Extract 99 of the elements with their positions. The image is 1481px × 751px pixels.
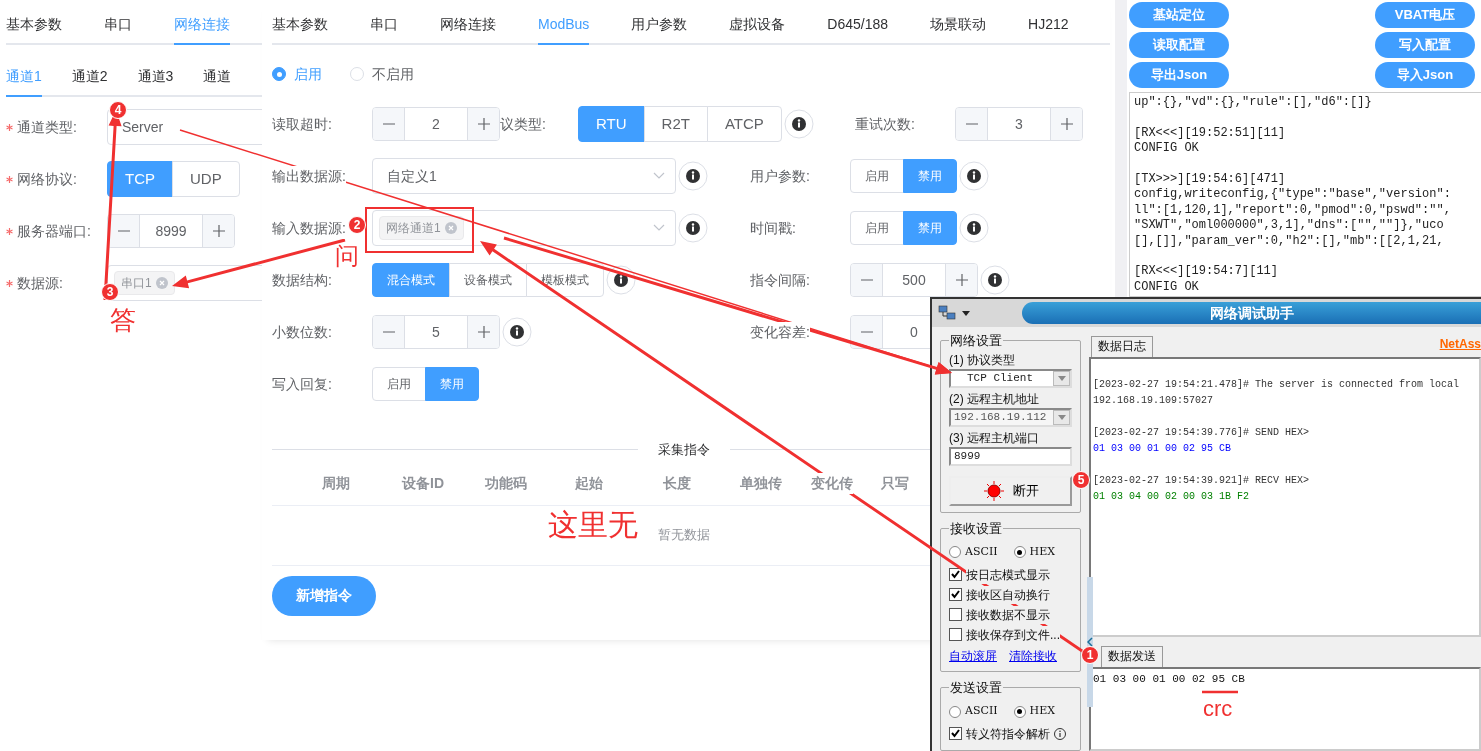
- log-line: CONFIG OK: [1134, 279, 1200, 296]
- decrement-button[interactable]: [851, 264, 883, 296]
- tab[interactable]: D645/188: [827, 16, 889, 45]
- plus-icon: [477, 118, 490, 130]
- radio-option[interactable]: ASCII: [949, 544, 998, 561]
- dropdown[interactable]: TCP Client: [949, 368, 1072, 388]
- annotation-text: crc: [1203, 698, 1233, 720]
- tab[interactable]: 通道2: [71, 68, 108, 97]
- field-label: (3) 远程主机端口: [949, 429, 1040, 447]
- tab[interactable]: 虚拟设备: [729, 16, 786, 45]
- empty-text: 暂无数据: [657, 526, 710, 545]
- caret-down-icon: [1057, 375, 1066, 381]
- tab[interactable]: 串口: [104, 16, 132, 45]
- input-field[interactable]: 8999: [949, 446, 1072, 466]
- log-line: [RX<<<][19:52:51][11]: [1134, 125, 1287, 142]
- caret-down-icon: [1057, 414, 1066, 420]
- number-stepper[interactable]: 500: [850, 263, 978, 297]
- increment-button[interactable]: [467, 108, 499, 140]
- log-line: [RX<<<][19:54:7][11]: [1134, 264, 1280, 280]
- group-title: 发送设置: [949, 679, 1003, 696]
- radio-option[interactable]: ASCII: [949, 703, 998, 720]
- info-icon[interactable]: [1054, 727, 1066, 740]
- chevron-down-icon: [653, 172, 665, 180]
- radio-option[interactable]: HEX: [1013, 544, 1056, 561]
- dropdown[interactable]: 192.168.19.112: [949, 407, 1072, 427]
- log-line: [2023-02-27 19:54:39.776]# SEND HEX>: [1093, 426, 1311, 440]
- log-line: [TX>>>][19:54:6][471]: [1134, 172, 1287, 188]
- caret-down-icon[interactable]: [962, 310, 970, 316]
- disconnect-button[interactable]: 断开: [949, 475, 1072, 506]
- log-line: [2023-02-27 19:54:21.478]# The server is connected from local: [1093, 378, 1461, 392]
- tab[interactable]: 基本参数: [6, 16, 62, 45]
- field-label: (1) 协议类型: [949, 351, 1016, 369]
- number-stepper[interactable]: 5: [372, 315, 500, 349]
- log-line: up":{},"vd":{},"rule":[],"d6":[]}: [1134, 95, 1373, 111]
- indicator-light-icon: [982, 479, 1005, 502]
- radio-option[interactable]: HEX: [1013, 703, 1056, 720]
- decrement-button[interactable]: [956, 108, 988, 140]
- column-header: 长度: [662, 472, 691, 494]
- chevron-down-icon: [653, 224, 665, 232]
- plus-icon: [1060, 118, 1073, 130]
- number-stepper[interactable]: 8999: [107, 214, 235, 248]
- annotation-text: 答: [110, 307, 136, 333]
- tab[interactable]: 通道3: [137, 68, 174, 97]
- link[interactable]: 清除接收: [1009, 646, 1057, 665]
- tab[interactable]: 数据日志: [1091, 336, 1153, 357]
- checkmark-icon: [950, 728, 961, 740]
- segment-button[interactable]: 设备模式: [449, 263, 527, 297]
- decrement-button[interactable]: [851, 316, 883, 348]
- tab[interactable]: 用户参数: [631, 16, 688, 45]
- tab[interactable]: 串口: [370, 16, 398, 45]
- segment-button[interactable]: 启用: [850, 159, 904, 193]
- number-stepper[interactable]: 2: [372, 107, 500, 141]
- decrement-button[interactable]: [108, 215, 140, 247]
- tab[interactable]: HJ212: [1028, 16, 1069, 45]
- splitter-handle[interactable]: [1087, 577, 1093, 707]
- segment-button[interactable]: UDP: [172, 161, 240, 197]
- plus-icon: [212, 225, 225, 237]
- tab[interactable]: 网络连接: [440, 16, 496, 45]
- chevron-left-icon: [1087, 637, 1093, 647]
- log-line: 192.168.19.109:57027: [1093, 394, 1215, 408]
- link[interactable]: 自动滚屏: [949, 646, 997, 665]
- annotation-text: 问: [335, 244, 359, 268]
- plus-icon: [477, 326, 490, 338]
- section-title: 采集指令: [656, 441, 711, 459]
- column-header: 变化传: [811, 472, 853, 494]
- checkmark-icon: [950, 589, 961, 601]
- log-line: CONFIG OK: [1134, 141, 1200, 157]
- underline-mark: [1202, 690, 1238, 694]
- tab[interactable]: 基本参数: [272, 16, 328, 45]
- log-line: 01 03 04 00 02 00 03 1B F2: [1093, 490, 1251, 504]
- segment-button[interactable]: ATCP: [706, 106, 782, 142]
- tab[interactable]: 场景联动: [930, 16, 987, 45]
- select-field[interactable]: 自定义1: [372, 158, 676, 194]
- tab[interactable]: 通道: [203, 68, 232, 97]
- increment-button[interactable]: [202, 215, 234, 247]
- decrement-button[interactable]: [373, 108, 405, 140]
- log-line: [],[]],"param_ver":0,"h2":[],"mb":[[2,1,21,: [1134, 233, 1445, 250]
- tab[interactable]: 数据发送: [1101, 646, 1163, 667]
- tag-label: 网络通道1: [386, 220, 441, 237]
- segment-button[interactable]: 启用: [372, 367, 426, 401]
- log-line: [2023-02-27 19:54:39.921]# RECV HEX>: [1093, 474, 1311, 488]
- annotation-text: 这里无: [548, 510, 638, 540]
- network-icon[interactable]: [938, 305, 956, 321]
- log-line: 01 03 00 01 00 02 95 CB: [1093, 442, 1233, 456]
- log-line: config,writeconfig,{"type":"base","version":: [1134, 187, 1452, 203]
- increment-button[interactable]: [1050, 108, 1082, 140]
- log-line: ll":[1,120,1],"report":0,"pmod":0,"pswd":"",: [1134, 202, 1452, 219]
- number-stepper[interactable]: 3: [955, 107, 1083, 141]
- segment-button[interactable]: R2T: [643, 106, 708, 142]
- log-line: "SXWT","oml000000",3,1],"dns":["",""]},"uco: [1134, 218, 1445, 234]
- field-label: (2) 远程主机地址: [949, 390, 1040, 408]
- group-title: 接收设置: [949, 520, 1003, 537]
- window-title: 网络调试助手: [1022, 302, 1481, 324]
- decrement-button[interactable]: [373, 316, 405, 348]
- tag-label: 串口1: [121, 275, 152, 292]
- plus-icon: [955, 274, 968, 286]
- checkmark-icon: [950, 569, 961, 581]
- segment-button[interactable]: 启用: [850, 211, 904, 245]
- radio-option[interactable]: 不启用: [350, 63, 414, 85]
